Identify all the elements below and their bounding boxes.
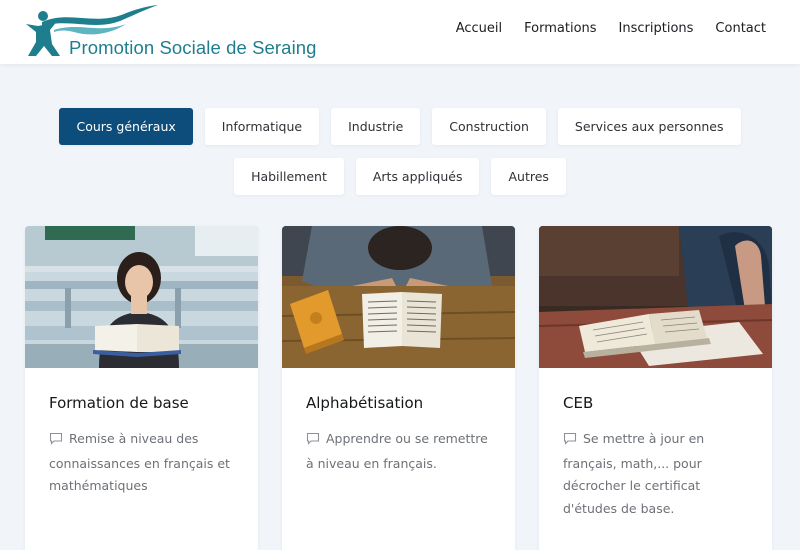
filter-services-aux-personnes[interactable]: Services aux personnes — [557, 108, 741, 145]
comment-icon — [49, 430, 63, 453]
filter-cours-generaux[interactable]: Cours généraux — [59, 108, 193, 145]
card-description-text: Remise à niveau des connaissances en fra… — [49, 431, 230, 493]
card-description: Se mettre à jour en français, math,... p… — [563, 428, 748, 520]
card-image-open-book — [282, 226, 515, 368]
comment-icon — [563, 430, 577, 453]
filter-construction[interactable]: Construction — [432, 108, 546, 145]
course-cards: Formation de base Remise à niveau des co… — [25, 226, 772, 550]
card-description-text: Apprendre ou se remettre à niveau en fra… — [306, 431, 488, 471]
card-image-book-on-table — [539, 226, 772, 368]
nav-accueil[interactable]: Accueil — [456, 21, 502, 36]
course-card[interactable]: Alphabétisation Apprendre ou se remettre… — [282, 226, 515, 550]
filter-arts-appliques[interactable]: Arts appliqués — [355, 158, 480, 195]
card-title: Formation de base — [49, 394, 189, 412]
nav-formations[interactable]: Formations — [524, 21, 596, 36]
logo-text: Promotion Sociale de Seraing — [69, 37, 317, 58]
card-image-student-reading — [25, 226, 258, 368]
nav-contact[interactable]: Contact — [715, 21, 766, 36]
card-body: Formation de base Remise à niveau des co… — [25, 368, 258, 498]
course-card[interactable]: Formation de base Remise à niveau des co… — [25, 226, 258, 550]
card-body: CEB Se mettre à jour en français, math,.… — [539, 368, 772, 520]
site-logo[interactable]: Promotion Sociale de Seraing — [24, 4, 324, 60]
filter-row: Habillement Arts appliqués Autres — [0, 158, 800, 195]
filter-industrie[interactable]: Industrie — [331, 108, 421, 145]
category-filters: Cours généraux Informatique Industrie Co… — [0, 108, 800, 208]
card-description: Remise à niveau des connaissances en fra… — [49, 428, 234, 498]
comment-icon — [306, 430, 320, 453]
filter-row: Cours généraux Informatique Industrie Co… — [0, 108, 800, 145]
card-description-text: Se mettre à jour en français, math,... p… — [563, 431, 705, 516]
filter-habillement[interactable]: Habillement — [234, 158, 344, 195]
card-description: Apprendre ou se remettre à niveau en fra… — [306, 428, 491, 475]
card-title: Alphabétisation — [306, 394, 424, 412]
filter-informatique[interactable]: Informatique — [204, 108, 320, 145]
card-title: CEB — [563, 394, 594, 412]
card-body: Alphabétisation Apprendre ou se remettre… — [282, 368, 515, 475]
nav-inscriptions[interactable]: Inscriptions — [619, 21, 694, 36]
filter-autres[interactable]: Autres — [491, 158, 566, 195]
main-nav: Accueil Formations Inscriptions Contact — [456, 21, 766, 36]
course-card[interactable]: CEB Se mettre à jour en français, math,.… — [539, 226, 772, 550]
site-header: Promotion Sociale de Seraing Accueil For… — [0, 0, 800, 64]
